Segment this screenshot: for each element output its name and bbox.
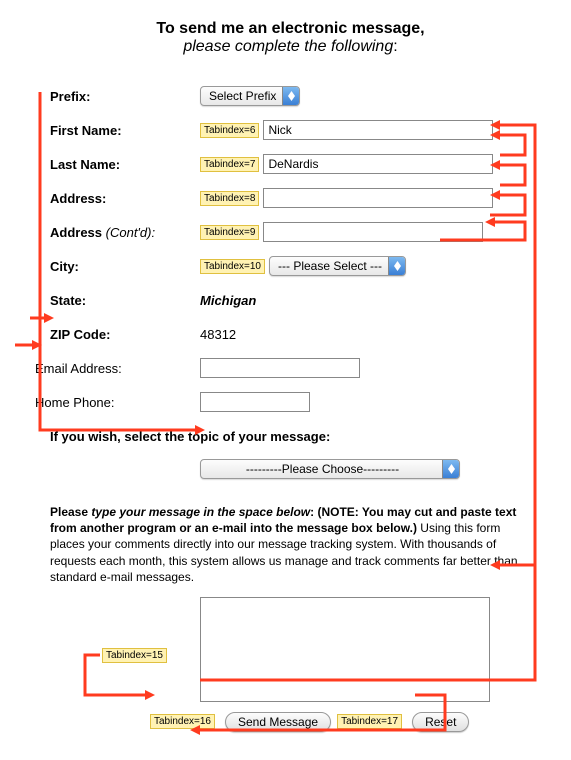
reset-button[interactable]: Reset — [412, 712, 469, 732]
tabindex-6-badge: Tabindex=6 — [200, 123, 259, 138]
dropdown-arrows-icon — [388, 257, 405, 275]
dropdown-arrows-icon — [282, 87, 299, 105]
first-name-label: First Name: — [50, 123, 200, 138]
tabindex-7-badge: Tabindex=7 — [200, 157, 259, 172]
address2-label: Address (Cont'd): — [50, 225, 200, 240]
address-label: Address: — [50, 191, 200, 206]
heading-line1: To send me an electronic message, — [50, 20, 531, 38]
zip-label: ZIP Code: — [50, 327, 200, 342]
topic-heading: If you wish, select the topic of your me… — [50, 429, 531, 444]
message-instructions: Please type your message in the space be… — [50, 504, 531, 585]
phone-input[interactable] — [200, 392, 310, 412]
send-message-button[interactable]: Send Message — [225, 712, 331, 732]
tabindex-9-badge: Tabindex=9 — [200, 225, 259, 240]
dropdown-arrows-icon — [442, 460, 459, 478]
topic-select[interactable]: ---------Please Choose--------- — [200, 459, 460, 479]
prefix-select[interactable]: Select Prefix — [200, 86, 300, 106]
city-label: City: — [50, 259, 200, 274]
heading-line2: please complete the following — [183, 38, 393, 55]
message-textarea[interactable] — [200, 597, 490, 702]
state-label: State: — [50, 293, 200, 308]
last-name-label: Last Name: — [50, 157, 200, 172]
tabindex-15-badge: Tabindex=15 — [102, 648, 167, 663]
city-select[interactable]: --- Please Select --- — [269, 256, 406, 276]
tabindex-8-badge: Tabindex=8 — [200, 191, 259, 206]
address-input[interactable] — [263, 188, 493, 208]
prefix-select-text: Select Prefix — [209, 89, 282, 103]
tabindex-10-badge: Tabindex=10 — [200, 259, 265, 274]
state-value: Michigan — [200, 293, 256, 308]
phone-label: Home Phone: — [35, 395, 200, 410]
tabindex-17-badge: Tabindex=17 — [337, 714, 402, 729]
email-label: Email Address: — [35, 361, 200, 376]
heading-line2-wrap: please complete the following: — [50, 38, 531, 56]
address2-input[interactable] — [263, 222, 483, 242]
zip-value: 48312 — [200, 327, 236, 342]
city-select-text: --- Please Select --- — [278, 259, 388, 273]
first-name-input[interactable] — [263, 120, 493, 140]
tabindex-16-badge: Tabindex=16 — [150, 714, 215, 729]
prefix-label: Prefix: — [50, 89, 200, 104]
topic-select-text: ---------Please Choose--------- — [209, 462, 442, 476]
heading-colon: : — [393, 38, 397, 55]
email-input[interactable] — [200, 358, 360, 378]
page-heading: To send me an electronic message, please… — [50, 20, 531, 56]
last-name-input[interactable] — [263, 154, 493, 174]
